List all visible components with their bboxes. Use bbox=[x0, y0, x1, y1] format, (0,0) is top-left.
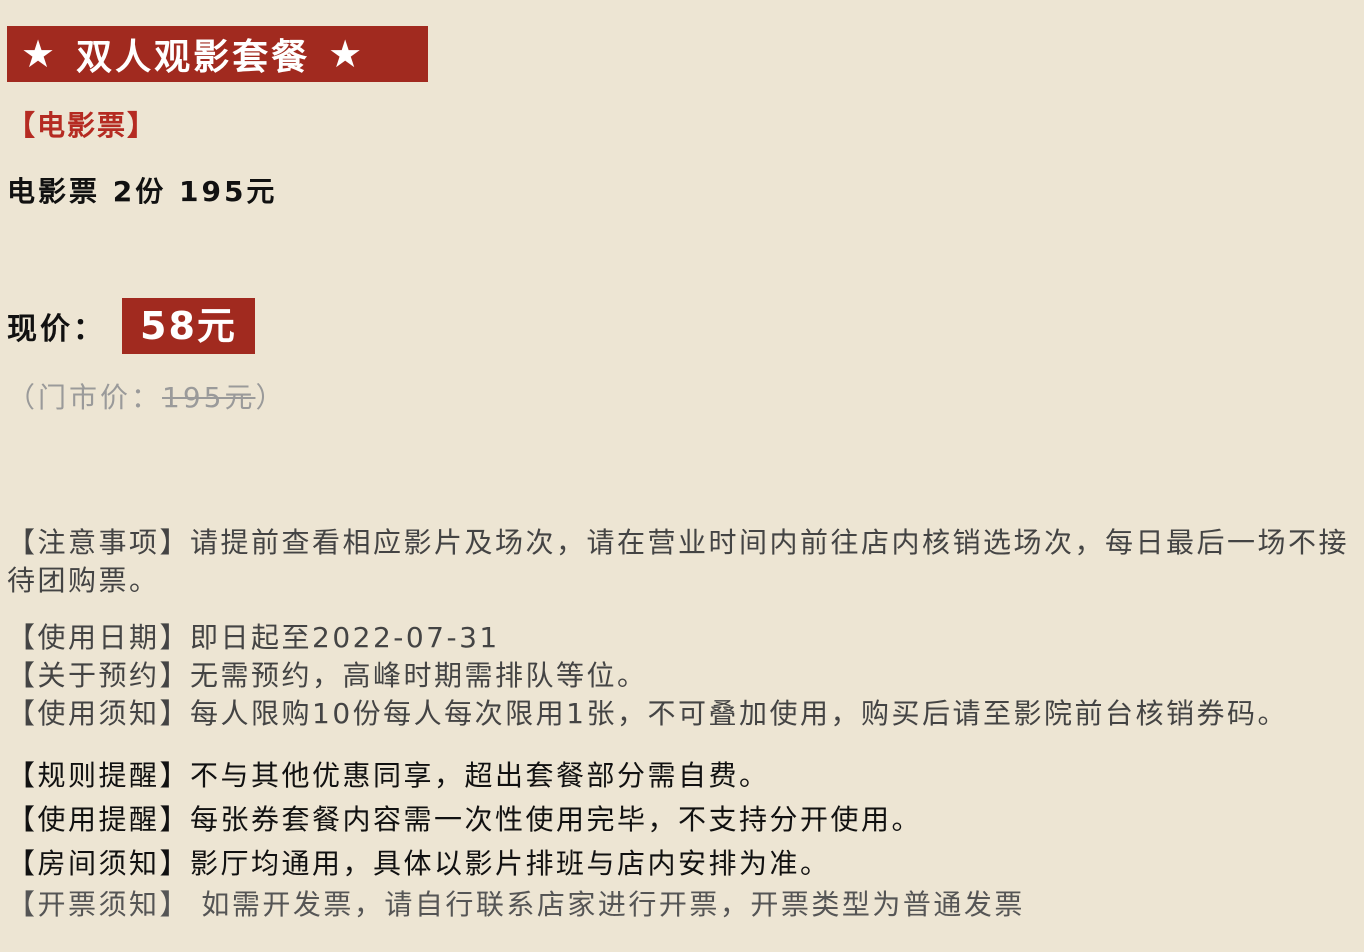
invoice-notice: 【开票须知】 如需开发票，请自行联系店家进行开票，开票类型为普通发票 bbox=[7, 888, 1025, 921]
section-tag-movie-ticket: 【电影票】 bbox=[7, 109, 158, 142]
price-row: 现价： 58元 bbox=[7, 298, 255, 354]
rule-reminder: 【规则提醒】不与其他优惠同享，超出套餐部分需自费。 bbox=[7, 759, 770, 792]
original-price-suffix: ） bbox=[255, 381, 287, 414]
note-usage-rules: 【使用须知】每人限购10份每人每次限用1张，不可叠加使用，购买后请至影院前台核销… bbox=[7, 697, 1288, 730]
star-icon: ★ bbox=[21, 32, 59, 76]
ticket-item-line: 电影票 2份 195元 bbox=[7, 175, 278, 208]
original-price-value: 195元 bbox=[162, 381, 256, 414]
original-price-prefix: （门市价： bbox=[7, 381, 163, 414]
usage-reminder: 【使用提醒】每张券套餐内容需一次性使用完毕，不支持分开使用。 bbox=[7, 803, 923, 836]
current-price-label: 现价： bbox=[7, 312, 106, 347]
package-title: 双人观影套餐 bbox=[76, 37, 311, 78]
note-usage-date: 【使用日期】即日起至2022-07-31 bbox=[7, 621, 500, 654]
package-title-banner: ★ 双人观影套餐 ★ bbox=[7, 26, 428, 82]
current-price-badge: 58元 bbox=[122, 298, 255, 354]
note-attention: 【注意事项】请提前查看相应影片及场次，请在营业时间内前往店内核销选场次，每日最后… bbox=[7, 526, 1350, 597]
star-icon: ★ bbox=[328, 32, 366, 76]
original-price: （门市价：195元） bbox=[7, 376, 286, 416]
room-notice: 【房间须知】影厅均通用，具体以影片排班与店内安排为准。 bbox=[7, 847, 831, 880]
note-reservation: 【关于预约】无需预约，高峰时期需排队等位。 bbox=[7, 659, 648, 692]
